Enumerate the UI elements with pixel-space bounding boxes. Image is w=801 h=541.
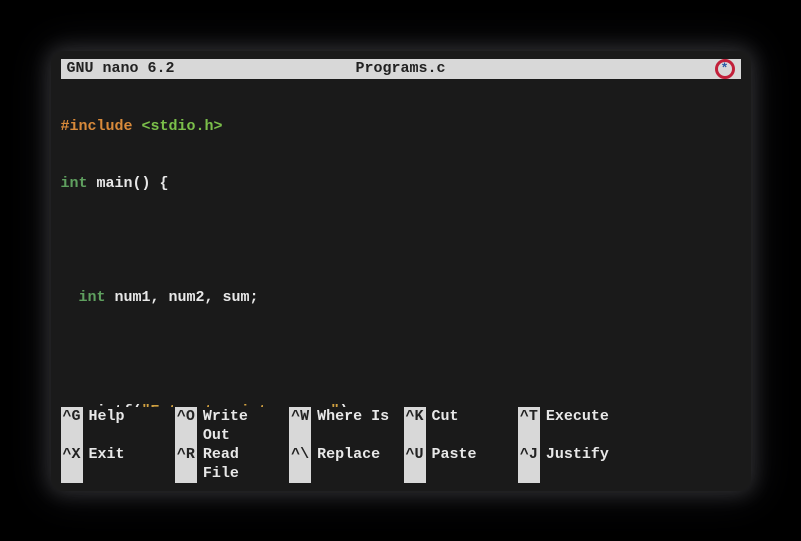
filename: Programs.c — [355, 60, 445, 78]
terminal-window: GNU nano 6.2 Programs.c * #include <stdi… — [51, 51, 751, 491]
shortcut-key: ^G — [61, 407, 83, 445]
shortcut-readfile[interactable]: ^RRead File — [175, 445, 283, 483]
shortcut-whereis[interactable]: ^WWhere Is — [289, 407, 397, 445]
shortcut-label: Replace — [317, 445, 380, 483]
asterisk-icon: * — [721, 62, 729, 75]
shortcut-key: ^\ — [289, 445, 311, 483]
shortcut-justify[interactable]: ^JJustify — [518, 445, 626, 483]
shortcut-label: Read File — [203, 445, 283, 483]
shortcut-key: ^W — [289, 407, 311, 445]
shortcut-label: Where Is — [317, 407, 389, 445]
shortcut-execute[interactable]: ^TExecute — [518, 407, 626, 445]
code-token: main() { — [88, 175, 169, 192]
shortcut-label: Help — [89, 407, 125, 445]
code-token: <stdio.h> — [133, 118, 223, 135]
app-name: GNU nano 6.2 — [67, 60, 175, 78]
shortcut-label: Justify — [546, 445, 609, 483]
editor-area[interactable]: #include <stdio.h> int main() { int num1… — [61, 79, 741, 407]
shortcut-key: ^T — [518, 407, 540, 445]
shortcut-writeout[interactable]: ^OWrite Out — [175, 407, 283, 445]
shortcut-key: ^X — [61, 445, 83, 483]
shortcut-paste[interactable]: ^UPaste — [404, 445, 512, 483]
shortcut-exit[interactable]: ^XExit — [61, 445, 169, 483]
shortcut-key: ^U — [404, 445, 426, 483]
shortcut-key: ^J — [518, 445, 540, 483]
shortcut-key: ^R — [175, 445, 197, 483]
shortcut-label: Cut — [432, 407, 459, 445]
code-token: int — [61, 175, 88, 192]
shortcut-label: Write Out — [203, 407, 283, 445]
code-token: num1, num2, sum; — [106, 289, 259, 306]
code-token: #include — [61, 118, 133, 135]
shortcut-cut[interactable]: ^KCut — [404, 407, 512, 445]
modified-indicator: * — [715, 59, 735, 79]
shortcut-key: ^K — [404, 407, 426, 445]
shortcut-label: Execute — [546, 407, 609, 445]
shortcut-label: Paste — [432, 445, 477, 483]
shortcut-label: Exit — [89, 445, 125, 483]
titlebar: GNU nano 6.2 Programs.c * — [61, 59, 741, 79]
shortcut-key: ^O — [175, 407, 197, 445]
shortcut-replace[interactable]: ^\Replace — [289, 445, 397, 483]
shortcut-help[interactable]: ^GHelp — [61, 407, 169, 445]
shortcut-bar: ^GHelp ^XExit ^OWrite Out ^RRead File ^W… — [61, 407, 741, 483]
code-token: int — [79, 289, 106, 306]
